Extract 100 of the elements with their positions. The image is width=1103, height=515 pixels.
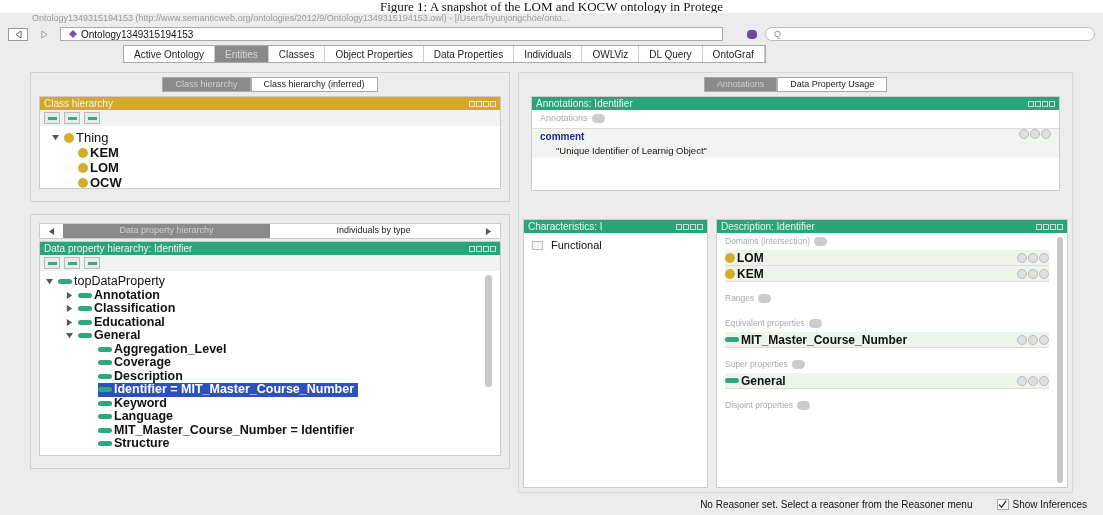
scroll-right-icon[interactable] xyxy=(485,227,492,235)
action-icon[interactable] xyxy=(1039,268,1049,279)
toolbar-icon[interactable] xyxy=(64,257,80,269)
add-icon[interactable] xyxy=(797,401,811,410)
tree-item[interactable]: Keyword xyxy=(98,396,171,410)
action-icon[interactable] xyxy=(1039,375,1049,386)
tree-item[interactable]: LOM xyxy=(90,160,119,175)
description-row[interactable]: LOM xyxy=(725,250,1049,266)
tree-item[interactable]: Classification xyxy=(78,302,180,316)
collapse-arrow-icon[interactable] xyxy=(66,332,73,340)
expand-arrow-icon[interactable] xyxy=(66,318,73,326)
action-icon[interactable] xyxy=(1039,334,1049,345)
action-icon[interactable] xyxy=(1019,128,1029,139)
view-header: Class hierarchy xyxy=(40,97,500,110)
tree-item[interactable]: Description xyxy=(98,369,187,383)
annotation-row[interactable]: comment "Unique Identifier of Learnig Object" xyxy=(532,127,1059,158)
view-tab[interactable]: Class hierarchy (inferred) xyxy=(250,77,378,92)
action-icon[interactable] xyxy=(1028,375,1038,386)
section-label: Disjoint properties xyxy=(725,397,1049,414)
annotation-property: comment xyxy=(540,129,586,144)
annotation-value: "Unique Identifier of Learnig Object" xyxy=(555,143,707,158)
tree-item[interactable]: Coverage xyxy=(98,356,175,370)
section-label: Ranges xyxy=(725,290,1049,307)
add-icon[interactable] xyxy=(814,237,828,246)
class-icon xyxy=(725,252,735,263)
action-icon[interactable] xyxy=(1030,128,1040,139)
property-icon xyxy=(98,387,112,393)
tree-item[interactable]: OCW xyxy=(90,175,122,190)
ontology-selector[interactable]: Ontology1349315194153 xyxy=(60,27,723,41)
expand-arrow-icon[interactable] xyxy=(66,291,73,299)
main-tab[interactable]: Individuals xyxy=(514,46,583,62)
tree-item[interactable]: General xyxy=(78,329,145,343)
collapse-arrow-icon[interactable] xyxy=(46,278,53,286)
collapse-arrow-icon[interactable] xyxy=(52,134,59,141)
main-tab[interactable]: OntoGraf xyxy=(702,46,765,62)
add-icon[interactable] xyxy=(591,114,605,124)
class-icon xyxy=(78,162,88,173)
characteristic-label: Functional xyxy=(551,238,602,253)
tree-item[interactable]: Thing xyxy=(76,130,109,145)
window-title: Ontology1349315194153 (http://www.semanticweb.org/ontologies/2012/9/Ontology1349315194153.owl) - [/Users/hyunjongchoe/onto... xyxy=(31,13,571,24)
property-icon xyxy=(98,400,112,406)
class-icon xyxy=(78,177,88,188)
property-icon xyxy=(98,360,112,366)
tree-item[interactable]: topDataProperty xyxy=(58,275,170,289)
tree-item[interactable]: Educational xyxy=(78,315,169,329)
toolbar-icon[interactable] xyxy=(44,257,60,269)
description-row[interactable]: MIT_Master_Course_Number xyxy=(725,332,1049,348)
checkbox[interactable] xyxy=(532,240,543,250)
class-icon xyxy=(78,147,88,158)
add-icon[interactable] xyxy=(808,319,822,328)
scrollbar[interactable] xyxy=(1057,237,1063,483)
action-icon[interactable] xyxy=(1028,268,1038,279)
search-field[interactable]: Q xyxy=(765,27,1095,41)
toolbar-icon[interactable] xyxy=(84,257,100,269)
property-icon xyxy=(78,333,92,339)
main-tab[interactable]: OWLViz xyxy=(582,46,640,62)
action-icon[interactable] xyxy=(1028,252,1038,263)
tree-item[interactable]: Language xyxy=(98,410,178,424)
view-header: Characteristics: I xyxy=(524,220,707,233)
action-icon[interactable] xyxy=(1039,252,1049,263)
back-button[interactable] xyxy=(8,27,28,41)
scroll-left-icon[interactable] xyxy=(48,227,55,235)
back-arrow-icon xyxy=(14,30,22,38)
property-icon xyxy=(78,292,92,298)
main-tab[interactable]: Classes xyxy=(268,46,326,62)
tree-item[interactable]: Structure xyxy=(98,437,174,451)
section-label: Equivalent properties xyxy=(725,315,1049,332)
action-icon[interactable] xyxy=(1017,252,1027,263)
description-row[interactable]: KEM xyxy=(725,266,1049,282)
expand-arrow-icon[interactable] xyxy=(66,305,73,313)
property-icon xyxy=(98,427,112,433)
tree-item[interactable]: MIT_Master_Course_Number = Identifier xyxy=(98,423,358,437)
toolbar-icon[interactable] xyxy=(84,112,100,124)
toolbar-icon[interactable] xyxy=(64,112,80,124)
property-icon xyxy=(98,441,112,447)
tree-item[interactable]: Annotation xyxy=(78,288,164,302)
view-header: Annotations: Identifier xyxy=(532,97,1059,110)
property-icon xyxy=(58,279,72,285)
main-tab[interactable]: Object Properties xyxy=(325,46,424,62)
toolbar-icon[interactable] xyxy=(44,112,60,124)
action-icon[interactable] xyxy=(1017,268,1027,279)
section-label: Annotations xyxy=(532,110,1059,128)
view-tab[interactable]: Data Property Usage xyxy=(777,77,888,92)
entity-name: LOM xyxy=(737,249,764,267)
description-row[interactable]: General xyxy=(725,373,1049,389)
action-icon[interactable] xyxy=(1041,128,1051,139)
main-tab[interactable]: DL Query xyxy=(639,46,703,62)
tree-item[interactable]: Identifier = MIT_Master_Course_Number xyxy=(98,383,358,397)
tree-item[interactable]: Aggregation_Level xyxy=(98,342,231,356)
action-icon[interactable] xyxy=(1017,334,1027,345)
action-icon[interactable] xyxy=(1017,375,1027,386)
scrollbar[interactable] xyxy=(485,275,492,387)
entity-name: KEM xyxy=(737,265,764,283)
tree-item[interactable]: KEM xyxy=(90,145,119,160)
search-icon[interactable] xyxy=(747,29,757,39)
add-icon[interactable] xyxy=(791,360,805,369)
add-icon[interactable] xyxy=(758,294,772,303)
checkbox[interactable] xyxy=(996,498,1009,510)
action-icon[interactable] xyxy=(1028,334,1038,345)
main-tab[interactable]: Data Properties xyxy=(423,46,515,62)
